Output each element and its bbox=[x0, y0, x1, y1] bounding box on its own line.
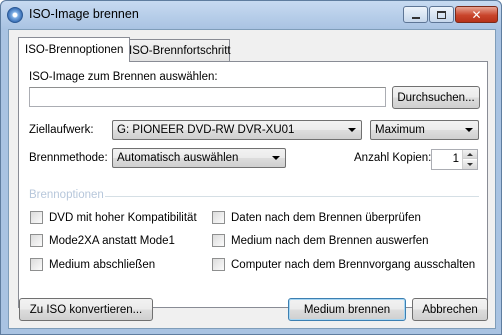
chevron-down-icon bbox=[465, 128, 473, 132]
tab-iso-burn-options[interactable]: ISO-Brennoptionen bbox=[18, 37, 131, 62]
tab-iso-burn-progress[interactable]: ISO-Brennfortschritt bbox=[122, 39, 231, 61]
checkbox-shutdown-computer[interactable]: Computer nach dem Brennvorgang ausschalt… bbox=[212, 258, 475, 271]
checkbox-label: DVD mit hoher Kompatibilität bbox=[49, 211, 197, 224]
stepper-down-button[interactable] bbox=[463, 160, 477, 169]
burn-method-value: Automatisch auswählen bbox=[117, 152, 239, 164]
chevron-down-icon bbox=[348, 128, 356, 132]
checkbox-box[interactable] bbox=[212, 258, 225, 271]
iso-select-label: ISO-Image zum Brennen auswählen: bbox=[29, 71, 218, 83]
maximize-button[interactable] bbox=[429, 6, 454, 23]
burn-button-label: Medium brennen bbox=[303, 303, 391, 316]
close-icon: ✕ bbox=[471, 7, 482, 22]
checkbox-label: Daten nach dem Brennen überprüfen bbox=[231, 211, 421, 224]
burn-method-label: Brennmethode: bbox=[29, 152, 108, 164]
minimize-button[interactable] bbox=[403, 6, 428, 23]
minimize-icon bbox=[411, 16, 420, 19]
group-divider bbox=[105, 196, 479, 197]
target-drive-label: Ziellaufwerk: bbox=[29, 124, 94, 136]
browse-button-label: Durchsuchen... bbox=[397, 91, 475, 104]
cancel-button-label: Abbrechen bbox=[422, 303, 478, 316]
checkbox-dvd-compat[interactable]: DVD mit hoher Kompatibilität bbox=[30, 211, 197, 224]
dialog-window: ISO-Image brennen ✕ ISO-Brennoptionen IS… bbox=[0, 0, 502, 335]
checkbox-box[interactable] bbox=[212, 211, 225, 224]
iso-path-input[interactable] bbox=[29, 87, 386, 107]
tab-label: ISO-Brennoptionen bbox=[25, 44, 124, 56]
burn-options-group-label: Brennoptionen bbox=[29, 189, 104, 201]
window-title: ISO-Image brennen bbox=[29, 7, 139, 21]
stepper-up-button[interactable] bbox=[463, 150, 477, 159]
copies-value: 1 bbox=[452, 153, 459, 165]
convert-to-iso-button[interactable]: Zu ISO konvertieren... bbox=[19, 298, 153, 321]
checkbox-verify-data[interactable]: Daten nach dem Brennen überprüfen bbox=[212, 211, 421, 224]
chevron-down-icon bbox=[272, 156, 280, 160]
dialog-client-area: ISO-Brennoptionen ISO-Brennfortschritt I… bbox=[8, 29, 496, 329]
checkbox-label: Computer nach dem Brennvorgang ausschalt… bbox=[231, 258, 476, 271]
checkbox-mode2xa[interactable]: Mode2XA anstatt Mode1 bbox=[30, 234, 175, 247]
maximize-icon bbox=[437, 10, 446, 19]
close-button[interactable]: ✕ bbox=[455, 6, 498, 23]
checkbox-box[interactable] bbox=[212, 234, 225, 247]
checkbox-box[interactable] bbox=[30, 234, 43, 247]
burn-medium-button[interactable]: Medium brennen bbox=[288, 298, 406, 321]
checkbox-box[interactable] bbox=[30, 211, 43, 224]
target-drive-dropdown[interactable]: G: PIONEER DVD-RW DVR-XU01 bbox=[112, 120, 362, 140]
burn-speed-value: Maximum bbox=[375, 124, 425, 136]
burn-speed-dropdown[interactable]: Maximum bbox=[370, 120, 479, 140]
chevron-up-icon bbox=[467, 152, 473, 156]
cancel-button[interactable]: Abbrechen bbox=[412, 298, 488, 321]
convert-button-label: Zu ISO konvertieren... bbox=[29, 303, 143, 316]
copies-label: Anzahl Kopien: bbox=[354, 152, 432, 164]
burn-method-dropdown[interactable]: Automatisch auswählen bbox=[112, 148, 286, 168]
checkbox-finalize-medium[interactable]: Medium abschließen bbox=[30, 258, 155, 271]
title-bar[interactable]: ISO-Image brennen ✕ bbox=[1, 1, 501, 29]
copies-stepper[interactable]: 1 bbox=[431, 149, 478, 170]
checkbox-eject-medium[interactable]: Medium nach dem Brennen auswerfen bbox=[212, 234, 429, 247]
tab-label: ISO-Brennfortschritt bbox=[129, 44, 231, 57]
tab-panel: ISO-Image zum Brennen auswählen: Durchsu… bbox=[18, 61, 488, 308]
checkbox-label: Medium abschließen bbox=[49, 258, 156, 271]
browse-button[interactable]: Durchsuchen... bbox=[392, 86, 480, 109]
checkbox-box[interactable] bbox=[30, 258, 43, 271]
target-drive-value: G: PIONEER DVD-RW DVR-XU01 bbox=[117, 124, 295, 136]
checkbox-label: Medium nach dem Brennen auswerfen bbox=[231, 234, 429, 247]
checkbox-label: Mode2XA anstatt Mode1 bbox=[49, 234, 175, 247]
chevron-down-icon bbox=[467, 163, 473, 166]
stepper-buttons bbox=[462, 150, 477, 169]
disc-icon bbox=[7, 7, 23, 23]
